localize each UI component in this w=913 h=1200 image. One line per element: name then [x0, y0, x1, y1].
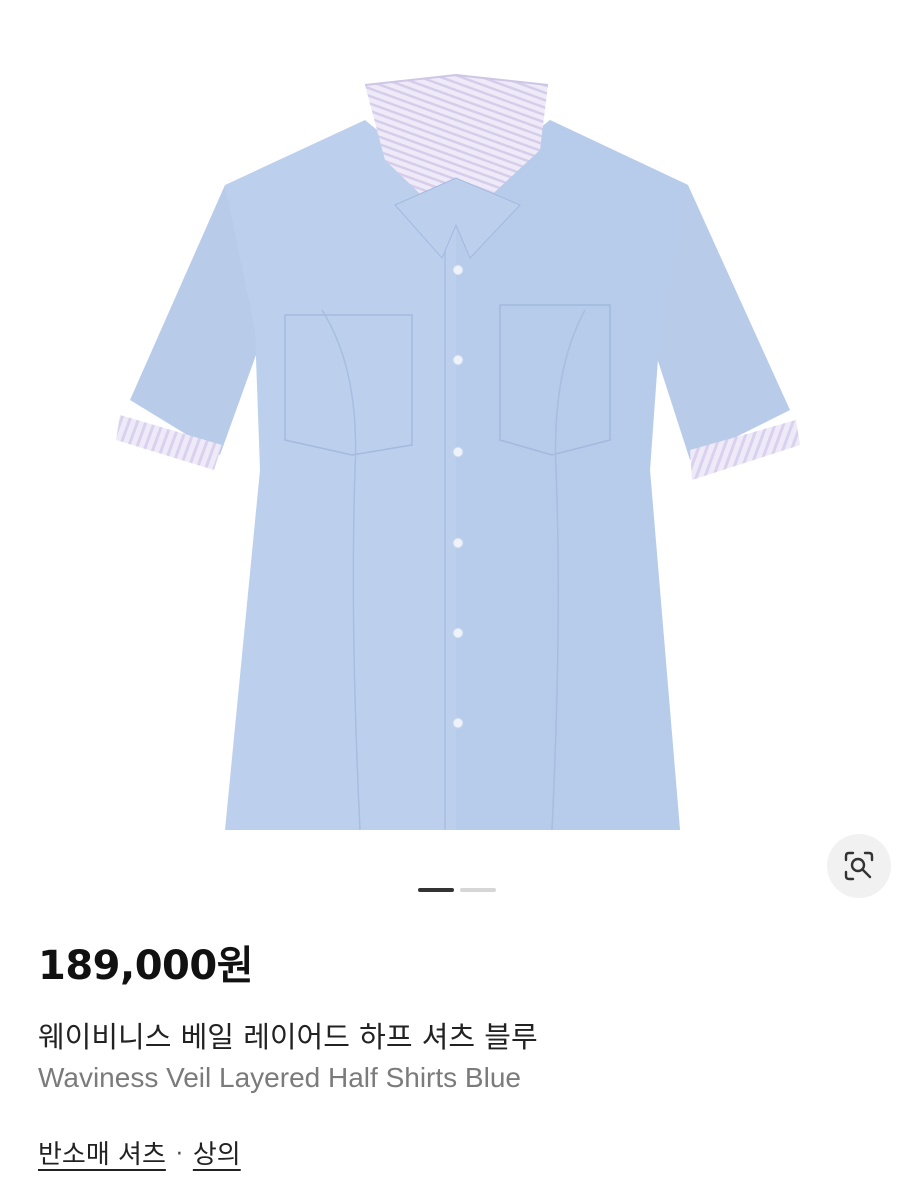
product-price: 189,000원: [38, 943, 254, 989]
product-photo: [116, 73, 800, 831]
breadcrumb-separator: ·: [175, 1142, 183, 1167]
image-pager: [0, 888, 913, 894]
breadcrumb: 반소매 셔츠 · 상의: [38, 1138, 875, 1172]
pager-dot-2[interactable]: [459, 888, 496, 892]
pager-dot-1[interactable]: [417, 888, 454, 892]
product-name-korean: 웨이비니스 베일 레이어드 하프 셔츠 블루: [38, 1020, 538, 1054]
category-link-tops[interactable]: 상의: [193, 1138, 241, 1172]
visual-search-icon: [844, 851, 874, 881]
category-link-short-sleeve-shirts[interactable]: 반소매 셔츠: [38, 1138, 166, 1172]
product-info: 189,000원 웨이비니스 베일 레이어드 하프 셔츠 블루 Waviness…: [38, 940, 875, 1172]
product-name-english: Waviness Veil Layered Half Shirts Blue: [38, 1062, 521, 1093]
product-image-area[interactable]: [0, 0, 913, 915]
